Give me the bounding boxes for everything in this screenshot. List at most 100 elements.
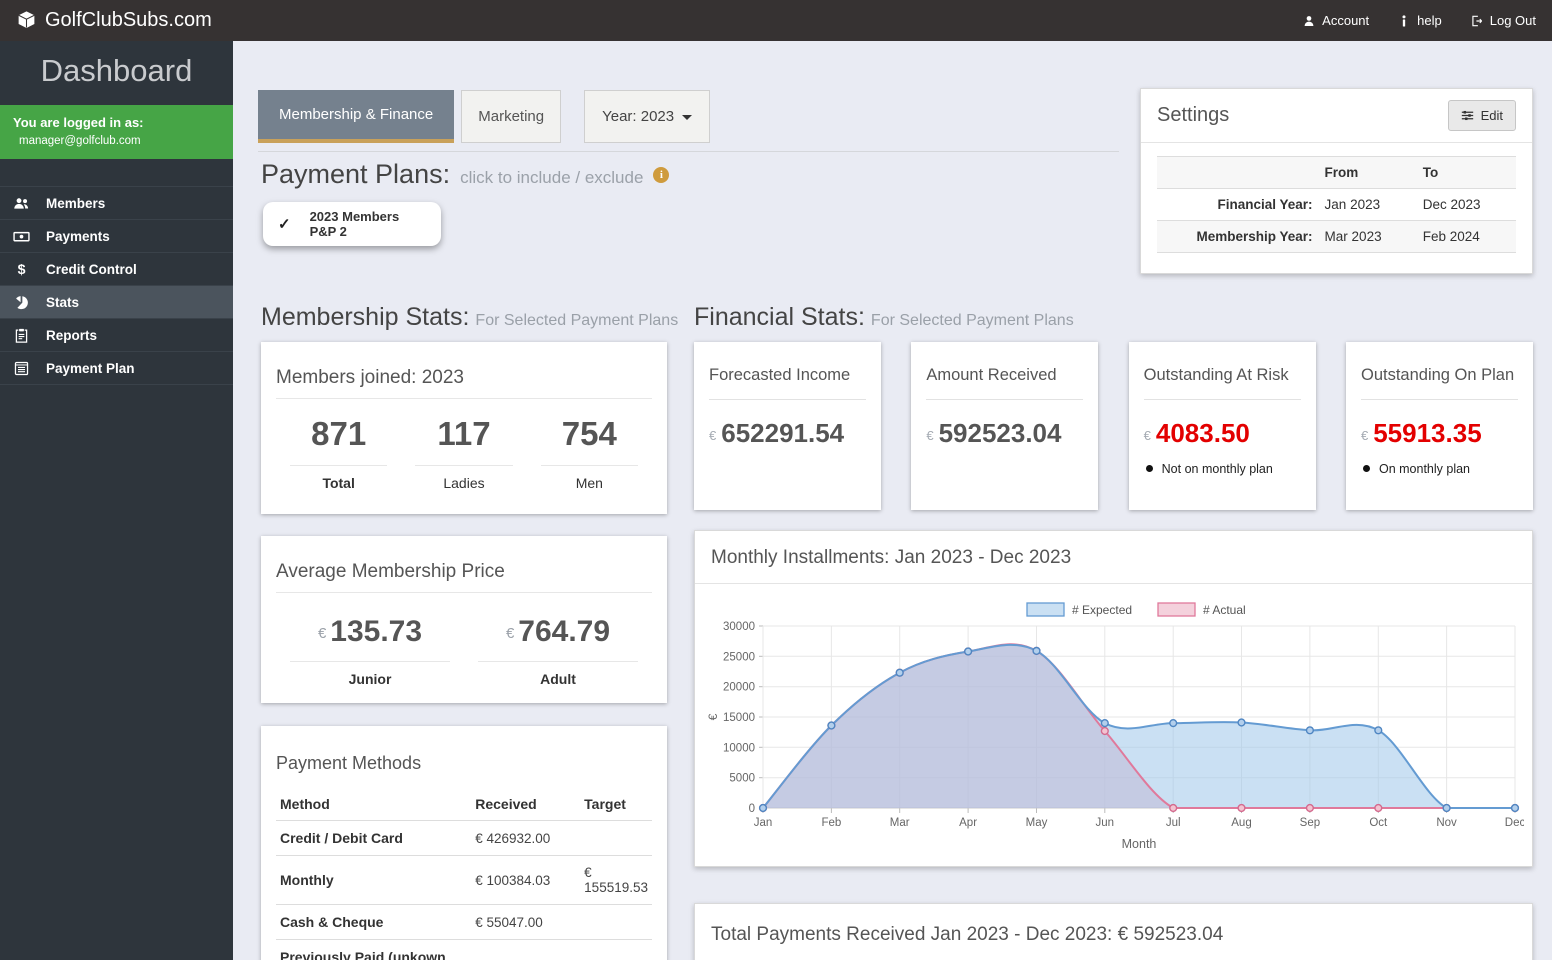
average-price-stat: €764.79 Adult — [464, 599, 652, 687]
payment-method-row: Cash & Cheque€ 55047.00 — [276, 905, 652, 940]
account-label: Account — [1322, 13, 1369, 28]
fin-card-outstanding-at-risk: Outstanding At Risk€4083.50Not on monthl… — [1129, 342, 1316, 510]
stat-value: 871 — [290, 415, 387, 453]
payment-methods-body: Credit / Debit Card€ 426932.00Monthly€ 1… — [276, 821, 652, 960]
# Expected-point — [896, 669, 903, 676]
# Expected-area — [763, 645, 1515, 808]
logout-icon — [1470, 14, 1484, 28]
fin-card-amount-received: Amount Received €592523.04 — [911, 342, 1098, 510]
financial-cards: Forecasted Income€652291.54Amount Receiv… — [694, 342, 1533, 510]
bullet-icon — [1363, 465, 1370, 472]
monthly-installments-panel: Monthly Installments: Jan 2023 - Dec 202… — [694, 530, 1533, 867]
fin-card-title: Outstanding On Plan — [1361, 366, 1518, 385]
sidebar-item-members[interactable]: Members — [0, 186, 233, 219]
# Actual-point — [1238, 805, 1245, 812]
stat-value: 117 — [415, 415, 512, 453]
sidebar-item-label: Payment Plan — [33, 361, 135, 376]
membership-column: Membership Stats:For Selected Payment Pl… — [261, 303, 667, 960]
help-button[interactable]: help — [1397, 13, 1442, 28]
chart-svg: # Expected# Actual0500010000150002000025… — [705, 602, 1524, 860]
stat-label: Total — [290, 465, 387, 491]
settings-row-from: Jan 2023 — [1319, 189, 1417, 221]
svg-text:Jan: Jan — [754, 817, 773, 829]
settings-table-body: Financial Year:Jan 2023Dec 2023Membershi… — [1157, 189, 1516, 253]
chart-title: Monthly Installments: Jan 2023 - Dec 202… — [695, 531, 1532, 584]
stat-label: Ladies — [415, 465, 512, 491]
price-label: Adult — [478, 661, 638, 687]
svg-text:Aug: Aug — [1231, 817, 1251, 829]
sidebar-item-label: Credit Control — [33, 262, 137, 277]
tab-marketing[interactable]: Marketing — [461, 90, 561, 143]
pie-chart-icon — [13, 294, 30, 311]
settings-panel: Settings Edit From To Financial Year: — [1140, 88, 1533, 274]
financial-column: Financial Stats: For Selected Payment Pla… — [694, 303, 1533, 960]
fin-card-value: €592523.04 — [926, 418, 1083, 449]
svg-text:Oct: Oct — [1369, 817, 1388, 829]
total-payments-text: Total Payments Received Jan 2023 - Dec 2… — [711, 924, 1516, 960]
tab-membership-finance[interactable]: Membership & Finance — [258, 90, 454, 143]
# Expected-point — [760, 805, 767, 812]
settings-row: Membership Year:Mar 2023Feb 2024 — [1157, 221, 1516, 253]
# Expected-point — [1238, 719, 1245, 726]
legend-swatch — [1027, 603, 1064, 616]
brand-logo[interactable]: GolfClubSubs.com — [16, 9, 212, 32]
logged-in-heading: You are logged in as: — [13, 115, 220, 130]
membership-stat: 117 Ladies — [401, 405, 526, 491]
# Expected-point — [965, 648, 972, 655]
info-circle-icon[interactable]: i — [653, 167, 669, 183]
logout-label: Log Out — [1490, 13, 1536, 28]
svg-text:Apr: Apr — [959, 817, 977, 829]
edit-settings-button[interactable]: Edit — [1448, 100, 1516, 131]
legend-swatch — [1158, 603, 1195, 616]
payment-plan-toggle[interactable]: ✓ 2023 Members P&P 2 — [263, 202, 441, 246]
svg-text:25000: 25000 — [723, 651, 755, 663]
sidebar-item-payment-plan[interactable]: Payment Plan — [0, 351, 233, 384]
# Actual-point — [1307, 805, 1314, 812]
stat-label: Men — [541, 465, 638, 491]
payment-plans-hint: click to include / exclude — [460, 168, 643, 188]
sidebar-item-label: Members — [33, 196, 105, 211]
settings-title: Settings — [1157, 104, 1229, 127]
account-button[interactable]: Account — [1302, 13, 1369, 28]
members-joined-title: Members joined: 2023 — [276, 367, 652, 399]
total-payments-panel: Total Payments Received Jan 2023 - Dec 2… — [694, 903, 1533, 960]
top-navbar: GolfClubSubs.com Account help Log Out — [0, 0, 1552, 41]
settings-row-to: Feb 2024 — [1417, 221, 1516, 253]
# Expected-point — [1307, 727, 1314, 734]
sidebar-item-stats[interactable]: Stats — [0, 285, 233, 318]
sidebar-item-credit-control[interactable]: $Credit Control — [0, 252, 233, 285]
svg-text:20000: 20000 — [723, 682, 755, 694]
fin-card-note: On monthly plan — [1361, 462, 1518, 476]
sidebar-item-reports[interactable]: Reports — [0, 318, 233, 351]
currency-symbol: € — [709, 428, 716, 443]
info-icon — [1397, 14, 1411, 28]
payment-plans-title: Payment Plans: — [261, 159, 450, 190]
svg-text:0: 0 — [749, 803, 755, 815]
monthly-installments-chart: # Expected# Actual0500010000150002000025… — [695, 584, 1532, 865]
settings-table: From To Financial Year:Jan 2023Dec 2023M… — [1157, 156, 1516, 253]
financial-stats-subtitle: For Selected Payment Plans — [871, 312, 1074, 329]
year-filter-dropdown[interactable]: Year: 2023 — [584, 90, 710, 143]
svg-text:Dec: Dec — [1505, 817, 1524, 829]
pm-col-method: Method — [276, 788, 471, 821]
price-value: €764.79 — [478, 615, 638, 649]
sliders-icon — [1461, 109, 1474, 122]
# Expected-point — [1101, 720, 1108, 727]
svg-text:15000: 15000 — [723, 712, 755, 724]
sidebar-menu: Members Payments$Credit ControlStatsRepor… — [0, 186, 233, 385]
fin-card-value: €4083.50 — [1144, 418, 1301, 449]
members-joined-stats: 871Total117Ladies754Men — [276, 405, 652, 491]
fin-card-title: Amount Received — [926, 366, 1083, 385]
sidebar-item-payments[interactable]: Payments — [0, 219, 233, 252]
svg-text:Mar: Mar — [890, 817, 910, 829]
financial-stats-title: Financial Stats: — [694, 303, 865, 331]
edit-settings-label: Edit — [1481, 108, 1503, 123]
journal-icon — [13, 360, 30, 377]
logout-button[interactable]: Log Out — [1470, 13, 1536, 28]
payment-method-row: Monthly€ 100384.03€ 155519.53 — [276, 856, 652, 905]
main-content: Membership & Finance Marketing Year: 202… — [233, 41, 1552, 960]
chevron-down-icon — [682, 115, 692, 120]
membership-stat: 871 Total — [276, 405, 401, 491]
cube-icon — [16, 10, 37, 31]
settings-row-from: Mar 2023 — [1319, 221, 1417, 253]
